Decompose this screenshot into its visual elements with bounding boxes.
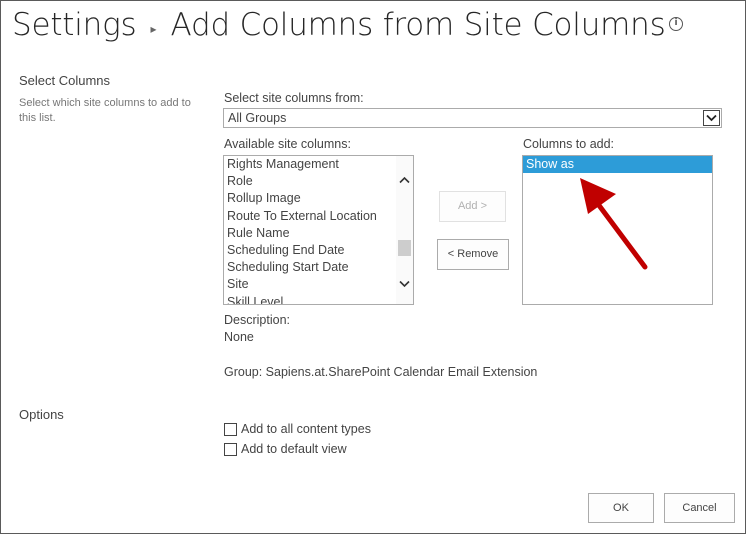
info-icon[interactable]: i — [669, 17, 683, 31]
list-item[interactable]: Skill Level — [224, 294, 396, 305]
site-column-group-select[interactable]: All Groups — [223, 108, 722, 128]
breadcrumb-separator-icon: ▸ — [150, 22, 157, 36]
list-item[interactable]: Rights Management — [224, 156, 396, 173]
remove-column-button[interactable]: < Remove — [437, 239, 509, 270]
annotation-arrow-icon — [580, 178, 648, 270]
description-value: None — [224, 330, 254, 344]
list-item[interactable]: Route To External Location — [224, 208, 396, 225]
add-to-content-types-option[interactable]: Add to all content types — [224, 422, 371, 436]
page-header: Settings ▸ Add Columns from Site Columns — [12, 0, 666, 50]
site-column-group-value: All Groups — [228, 111, 287, 125]
group-info-text: Group: Sapiens.at.SharePoint Calendar Em… — [224, 365, 538, 379]
available-columns-label: Available site columns: — [224, 137, 351, 151]
description-label: Description: — [224, 313, 290, 327]
select-columns-section-description: Select which site columns to add to this… — [19, 97, 191, 124]
add-to-content-types-checkbox[interactable] — [224, 422, 237, 436]
chevron-down-icon[interactable] — [703, 110, 720, 126]
columns-to-add-label: Columns to add: — [523, 137, 615, 151]
list-item[interactable]: Scheduling Start Date — [224, 259, 396, 276]
select-columns-section-title: Select Columns — [19, 73, 111, 88]
add-to-default-view-option[interactable]: Add to default view — [224, 442, 347, 456]
add-to-default-view-checkbox[interactable] — [224, 442, 237, 456]
page-title: Add Columns from Site Columns — [170, 7, 666, 43]
available-columns-scrollbar[interactable] — [396, 156, 413, 304]
available-columns-listbox[interactable]: Rights Management Role Rollup Image Route T… — [223, 155, 414, 305]
list-item[interactable]: Scheduling End Date — [224, 242, 396, 259]
list-item[interactable]: Rule Name — [224, 225, 396, 242]
list-item[interactable]: Rollup Image — [224, 190, 396, 207]
options-section-title: Options — [19, 407, 64, 422]
list-item[interactable]: Site — [224, 276, 396, 293]
scroll-up-arrow-icon[interactable] — [399, 176, 410, 184]
scrollbar-thumb[interactable] — [398, 240, 411, 256]
add-to-default-view-label[interactable]: Add to default view — [241, 442, 347, 456]
scroll-down-arrow-icon[interactable] — [399, 280, 410, 288]
cancel-button[interactable]: Cancel — [664, 493, 735, 523]
ok-button[interactable]: OK — [588, 493, 654, 523]
list-item[interactable]: Role — [224, 173, 396, 190]
breadcrumb-settings-link[interactable]: Settings — [12, 7, 137, 43]
add-column-button[interactable]: Add > — [439, 191, 506, 222]
add-to-content-types-label[interactable]: Add to all content types — [241, 422, 371, 436]
source-select-label: Select site columns from: — [224, 91, 364, 105]
